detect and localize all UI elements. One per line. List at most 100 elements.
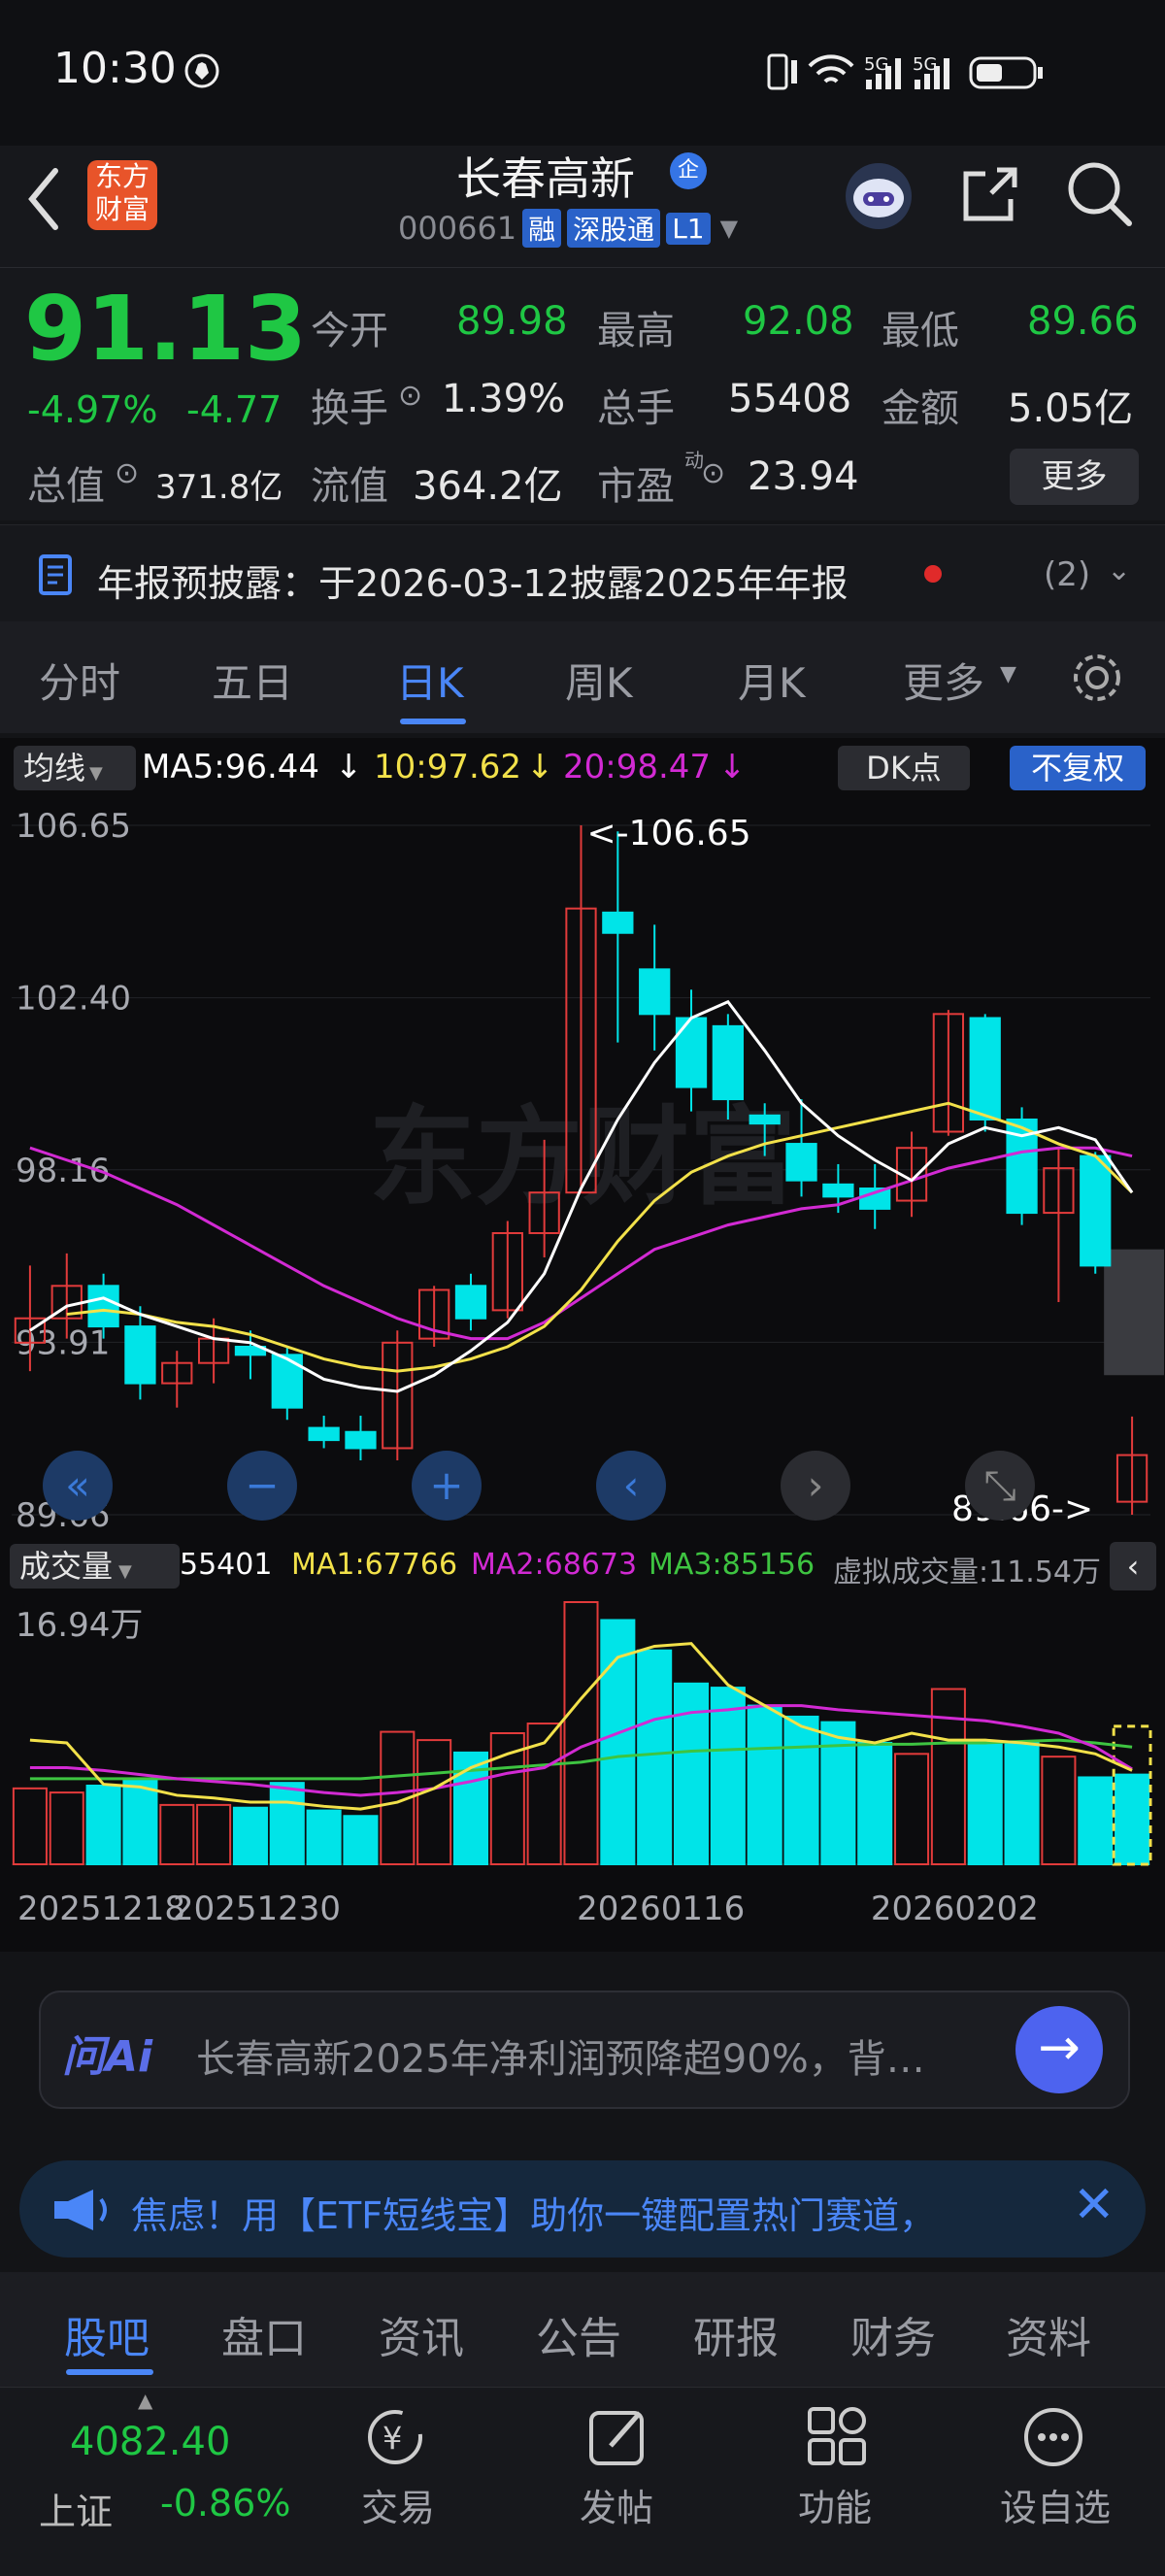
tab-research[interactable]: 研报 [693, 2303, 779, 2365]
brand-logo[interactable]: 东方财富 [87, 160, 157, 230]
zoom-in-icon[interactable]: + [412, 1451, 482, 1521]
dk-point-button[interactable]: DK点 [838, 746, 970, 790]
tab-weekly-k[interactable]: 周K [565, 651, 633, 710]
close-icon[interactable]: ✕ [1073, 2176, 1115, 2234]
robot-avatar-icon[interactable] [840, 155, 917, 233]
ma5-value: MA5:96.44 [142, 748, 320, 786]
ad-banner[interactable]: 焦虑！用【ETF短线宝】助你一键配置热门赛道， ✕ [19, 2160, 1146, 2258]
nav-trade[interactable]: 交易 [361, 2478, 435, 2531]
candle-body [785, 1143, 817, 1182]
tab-news[interactable]: 资讯 [379, 2303, 464, 2365]
share-icon[interactable] [956, 160, 1024, 228]
unread-dot [924, 565, 942, 583]
volume-bar [122, 1779, 158, 1866]
tab-intraday[interactable]: 分时 [39, 651, 120, 710]
adjust-button[interactable]: 不复权 [1010, 746, 1146, 790]
tab-orderbook[interactable]: 盘口 [221, 2303, 307, 2365]
indicator-select[interactable]: 成交量 ▼ [10, 1544, 180, 1589]
volume-bar [49, 1791, 84, 1866]
info-icon[interactable]: ⊙ [115, 456, 139, 490]
chevron-right-icon[interactable]: › [781, 1451, 850, 1521]
ma20-value: 20:98.47 [563, 748, 712, 786]
arrow-down-icon: ↓ [335, 748, 363, 786]
notice-text: 年报预披露：于2026-03-12披露2025年年报 [97, 562, 849, 605]
virtual-volume: 虚拟成交量:11.54万 [833, 1556, 1101, 1589]
zoom-out-icon[interactable]: − [227, 1451, 297, 1521]
ma-select[interactable]: 均线 ▼ [14, 746, 136, 790]
candle-body [602, 911, 634, 934]
tab-forum[interactable]: 股吧 [64, 2303, 150, 2365]
volume-label: 总手 [597, 386, 675, 431]
collapse-arrow-icon[interactable]: ‹ [1110, 1542, 1156, 1590]
tag-level: L1 [666, 212, 711, 245]
x-tick-label: 20260202 [871, 1890, 1039, 1927]
search-icon[interactable] [1063, 157, 1136, 230]
tab-daily-k[interactable]: 日K [396, 651, 464, 710]
volume-current: 55401 [180, 1548, 273, 1582]
expand-icon[interactable]: ⤡ [965, 1451, 1035, 1521]
volume-bar [526, 1723, 562, 1865]
market-cap-value: 371.8亿 [155, 468, 283, 507]
title-badge: 企 [670, 152, 707, 189]
info-icon[interactable]: ⊙ [398, 379, 422, 413]
back-icon[interactable] [24, 165, 63, 233]
nav-functions[interactable]: 功能 [798, 2478, 872, 2531]
candle-body [271, 1354, 303, 1409]
candle-body [749, 1114, 781, 1125]
trade-icon[interactable]: ¥ [361, 2403, 429, 2471]
volume-bar [343, 1815, 379, 1865]
apps-icon[interactable] [804, 2403, 872, 2471]
page-title: 长春高新 [456, 152, 635, 205]
more-dots-icon[interactable] [1019, 2403, 1087, 2471]
volume-bar [967, 1741, 1003, 1866]
chevron-left-icon[interactable]: ‹ [596, 1451, 666, 1521]
nav-add-watchlist[interactable]: 设自选 [1000, 2478, 1111, 2531]
caret-up-icon: ▲ [138, 2389, 153, 2412]
tab-monthly-k[interactable]: 月K [738, 651, 806, 710]
more-button[interactable]: 更多 [1010, 449, 1139, 505]
candle-body [345, 1430, 377, 1450]
volume-bar [857, 1741, 893, 1866]
gear-icon[interactable] [1068, 649, 1126, 707]
high-label: 最高 [597, 309, 675, 353]
chevron-down-icon[interactable]: ⌄ [1107, 553, 1131, 587]
vol-ma1-line [29, 1642, 1133, 1811]
index-value[interactable]: 4082.40 [70, 2420, 230, 2464]
post-icon[interactable] [585, 2403, 653, 2471]
tab-five-day[interactable]: 五日 [212, 651, 293, 710]
volume-chart[interactable]: 16.94万 2025121820251230 20260116 20260202 [0, 1597, 1165, 1927]
volume-value: 55408 [728, 377, 852, 421]
candle-body [1080, 1154, 1112, 1267]
tab-more[interactable]: 更多 [903, 651, 984, 710]
hand-icon [184, 53, 219, 88]
volume-bar [416, 1739, 452, 1866]
megaphone-icon [54, 2190, 107, 2230]
tab-financials[interactable]: 财务 [850, 2303, 936, 2365]
active-tab-indicator [400, 719, 466, 724]
volume-max-label: 16.94万 [16, 1606, 143, 1645]
x-tick-label: 20260116 [577, 1890, 745, 1927]
info-icon[interactable]: ⊙ [701, 456, 725, 490]
x-tick-label: 20251230 [173, 1890, 341, 1927]
svg-text:5G: 5G [864, 54, 888, 75]
vol-ma2-line [29, 1704, 1133, 1797]
tab-profile[interactable]: 资料 [1006, 2303, 1091, 2365]
vol-ma1: MA1:67766 [291, 1548, 458, 1582]
candlestick-chart[interactable]: 106.65102.4098.1693.9189.66东方财富<-106.658… [0, 796, 1165, 1534]
arrow-right-icon[interactable]: → [1015, 2006, 1103, 2093]
volume-bar [232, 1806, 268, 1866]
low-value: 89.66 [1027, 299, 1139, 344]
volume-bar [269, 1782, 305, 1865]
amount-label: 金额 [882, 386, 959, 431]
tab-announcements[interactable]: 公告 [536, 2303, 621, 2365]
tag-margin: 融 [522, 209, 562, 248]
svg-text:−: − [245, 1461, 279, 1509]
zoom-left-icon[interactable]: « [43, 1451, 113, 1521]
status-icons: 5G 5G [767, 53, 1043, 90]
last-price: 91.13 [24, 277, 308, 381]
ai-ask-bar[interactable]: 问Ai 长春高新2025年净利润预降超90%，背… → [39, 1991, 1130, 2109]
candle-body [308, 1426, 340, 1442]
volume-bar [894, 1753, 930, 1866]
chevron-down-icon[interactable]: ▼ [720, 215, 738, 242]
nav-post[interactable]: 发帖 [580, 2478, 653, 2531]
